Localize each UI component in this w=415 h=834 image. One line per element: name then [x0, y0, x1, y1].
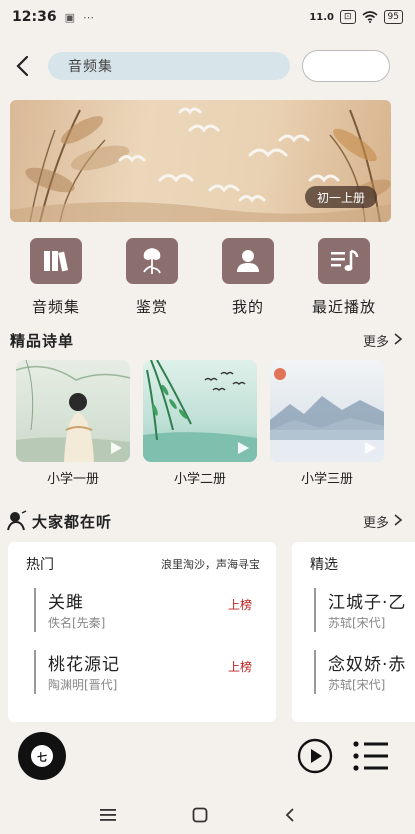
- status-more-icon: ⋯: [82, 10, 94, 24]
- quicknav-label: 最近播放: [311, 298, 376, 316]
- row-divider: [34, 588, 36, 632]
- card-image: [270, 360, 384, 462]
- disc-label: 七: [31, 745, 53, 767]
- rank-badge: 上榜: [227, 660, 252, 674]
- play-icon: [238, 442, 249, 454]
- panel-subtitle: 浪里淘沙，声海寻宝: [161, 558, 260, 571]
- search-placeholder: 音频集: [68, 59, 113, 75]
- row-divider: [314, 588, 316, 632]
- panel-title: 热门: [26, 557, 54, 573]
- section-title: 精品诗单: [10, 332, 75, 350]
- chevron-left-icon: [16, 55, 29, 77]
- network-speed: 11.0: [309, 11, 334, 23]
- row-divider: [34, 650, 36, 694]
- quicknav-audio-collection[interactable]: 音频集: [8, 238, 104, 317]
- listening-more-link[interactable]: 更多: [363, 512, 389, 531]
- item-title: 江城子·乙: [328, 593, 407, 613]
- playlist-icon: [318, 238, 370, 284]
- hero-banner[interactable]: 初一上册: [10, 100, 391, 222]
- quicknav-mine[interactable]: 我的: [200, 238, 296, 317]
- top-bar: 音频集: [0, 48, 415, 84]
- listening-header: 大家都在听 更多: [0, 509, 415, 533]
- section-title: 大家都在听: [32, 513, 113, 531]
- item-author: 苏轼[宋代]: [328, 616, 386, 630]
- item-title: 关雎: [48, 593, 84, 613]
- back-nav-icon[interactable]: [284, 807, 296, 823]
- play-icon: [365, 442, 376, 454]
- play-button[interactable]: [297, 738, 333, 774]
- banner-grade-tag[interactable]: 初一上册: [304, 186, 377, 208]
- list-item[interactable]: 江城子·乙 苏轼[宋代]: [306, 586, 415, 636]
- rank-badge: 上榜: [227, 598, 252, 612]
- menu-icon[interactable]: [100, 808, 116, 822]
- card-image: [143, 360, 257, 462]
- album-disc[interactable]: 七: [18, 732, 66, 780]
- row-divider: [314, 650, 316, 694]
- playlist-menu-icon[interactable]: [352, 739, 390, 773]
- books-icon: [30, 238, 82, 284]
- top-action-button[interactable]: [302, 50, 390, 82]
- collection-card[interactable]: 小学二册: [143, 360, 257, 487]
- picks-panel: 精选 江城子·乙 苏轼[宋代] 念奴娇·赤 苏轼[宋代]: [292, 542, 415, 722]
- collection-card[interactable]: 小学一册: [16, 360, 130, 487]
- card-label: 小学一册: [46, 472, 99, 487]
- quicknav-label: 鉴赏: [135, 298, 168, 316]
- play-icon: [111, 442, 122, 454]
- collection-card[interactable]: 小学三册: [270, 360, 384, 487]
- quicknav-recent[interactable]: 最近播放: [296, 238, 392, 317]
- mini-player: 七: [0, 722, 415, 792]
- sim-icon: ⊡: [340, 10, 356, 24]
- search-input[interactable]: 音频集: [48, 52, 290, 80]
- list-item[interactable]: 念奴娇·赤 苏轼[宋代]: [306, 648, 415, 698]
- item-author: 苏轼[宋代]: [328, 678, 386, 692]
- card-image: [16, 360, 130, 462]
- quicknav-label: 我的: [231, 298, 264, 316]
- status-bar: 12:36 ▣ ⋯ 11.0 ⊡ 95: [0, 0, 415, 34]
- featured-more-link[interactable]: 更多: [363, 331, 389, 350]
- list-item[interactable]: 关雎 佚名[先秦] 上榜: [26, 586, 256, 636]
- status-time: 12:36: [12, 9, 57, 25]
- item-title: 桃花源记: [48, 655, 120, 675]
- hot-panel: 热门 浪里淘沙，声海寻宝 关雎 佚名[先秦] 上榜 桃花源记 陶渊明[晋代] 上…: [8, 542, 276, 722]
- system-nav-bar: [0, 798, 415, 834]
- quick-nav: 音频集 鉴赏 我的 最近播放: [0, 238, 415, 318]
- person-icon: [222, 238, 274, 284]
- chevron-right-icon[interactable]: [393, 332, 403, 346]
- list-item[interactable]: 桃花源记 陶渊明[晋代] 上榜: [26, 648, 256, 698]
- panel-title: 精选: [310, 557, 338, 573]
- featured-header: 精品诗单 更多: [0, 328, 415, 352]
- quicknav-label: 音频集: [31, 298, 80, 316]
- home-icon[interactable]: [192, 807, 208, 823]
- quicknav-appreciation[interactable]: 鉴赏: [104, 238, 200, 317]
- lotus-icon: [126, 238, 178, 284]
- item-title: 念奴娇·赤: [328, 655, 407, 675]
- chevron-right-icon[interactable]: [393, 513, 403, 527]
- battery-icon: 95: [383, 10, 403, 24]
- wifi-icon: [362, 11, 378, 23]
- back-button[interactable]: [12, 54, 32, 78]
- listener-icon: [7, 510, 27, 531]
- status-notification-icon: ▣: [64, 10, 75, 24]
- item-author: 佚名[先秦]: [48, 616, 106, 630]
- card-label: 小学三册: [300, 472, 353, 487]
- card-label: 小学二册: [173, 472, 226, 487]
- item-author: 陶渊明[晋代]: [48, 678, 118, 692]
